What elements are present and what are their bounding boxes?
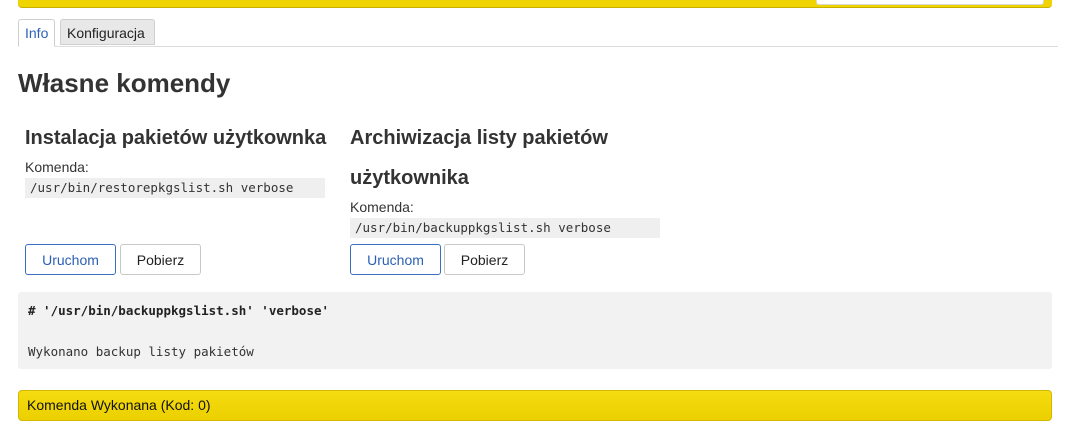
command-card-archive: Archiwizacja listy pakietów użytkownika … [350, 118, 670, 238]
command-title-line1: Archiwizacja listy pakietów [350, 127, 608, 149]
command-title: Instalacja pakietów użytkownka [25, 127, 327, 149]
tab-konfiguracja[interactable]: Konfiguracja [60, 19, 155, 45]
status-message: Komenda Wykonana (Kod: 0) [18, 390, 1052, 421]
command-label: Komenda: [25, 159, 89, 175]
header-search-input[interactable] [816, 0, 1044, 5]
page-title: Własne komendy [18, 68, 231, 98]
header-bar [18, 0, 1052, 8]
command-code: /usr/bin/restorepkgslist.sh verbose [25, 178, 325, 198]
tab-info[interactable]: Info [18, 19, 55, 47]
page: Info Konfiguracja Własne komendy Instala… [0, 0, 1072, 437]
command-output: # '/usr/bin/backuppkgslist.sh' 'verbose'… [18, 292, 1052, 369]
command-title: Archiwizacja listy pakietów użytkownika [350, 118, 670, 198]
run-button-install[interactable]: Uruchom [25, 244, 116, 275]
output-result-text: Wykonano backup listy pakietów [28, 344, 254, 359]
tab-bar: Info Konfiguracja [18, 19, 1058, 47]
command-label: Komenda: [350, 199, 414, 215]
command-code: /usr/bin/backuppkgslist.sh verbose [350, 218, 660, 238]
command-title-line2: użytkownika [350, 167, 469, 189]
output-command-line: # '/usr/bin/backuppkgslist.sh' 'verbose' [28, 303, 330, 318]
download-button-install[interactable]: Pobierz [120, 244, 201, 275]
run-button-archive[interactable]: Uruchom [350, 244, 441, 275]
command-card-install: Instalacja pakietów użytkownka Komenda: … [25, 118, 335, 198]
download-button-archive[interactable]: Pobierz [444, 244, 525, 275]
